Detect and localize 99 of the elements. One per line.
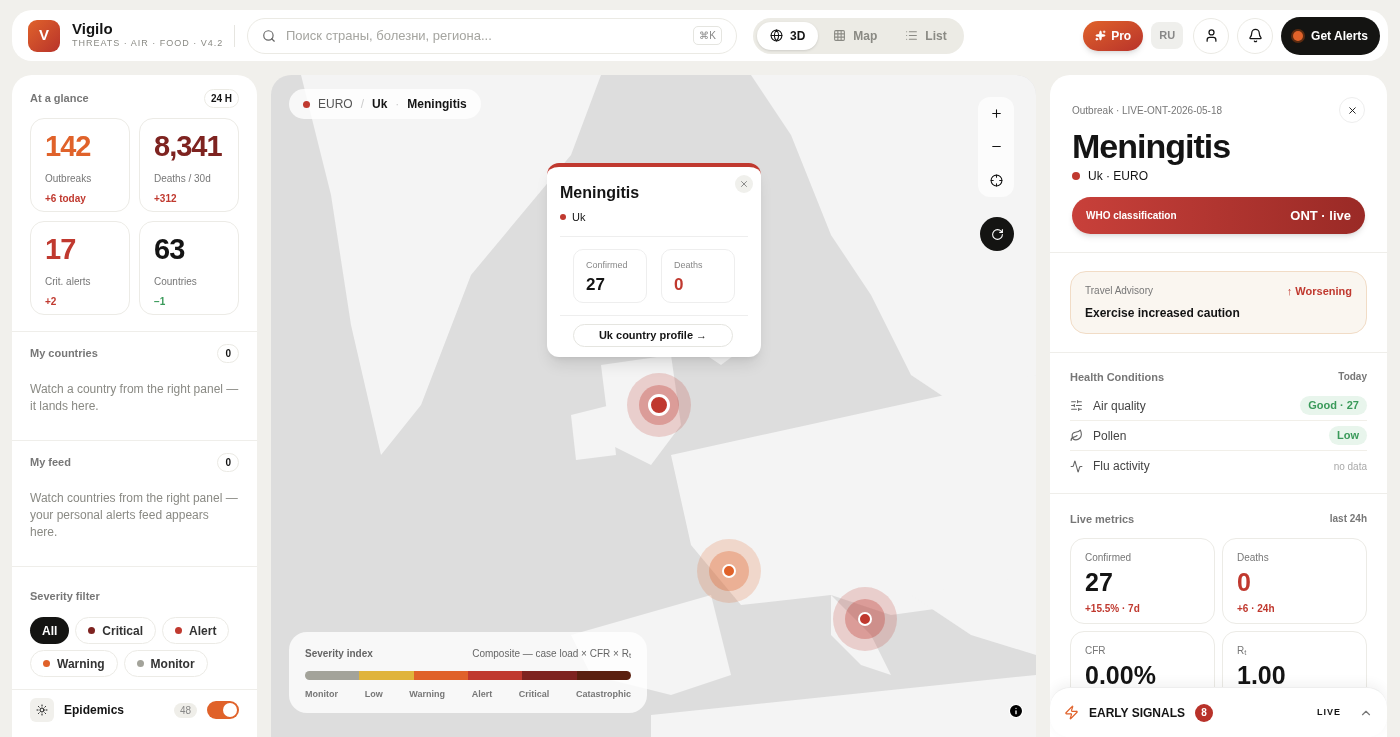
section-title: Severity filter xyxy=(30,590,100,602)
section-period: Today xyxy=(1338,369,1367,384)
section-title: My countries xyxy=(30,346,98,362)
popup-country: Uk xyxy=(572,210,586,225)
section-title: At a glance xyxy=(30,91,89,107)
stat-label: Confirmed xyxy=(586,258,629,272)
signals-label: EARLY SIGNALS xyxy=(1089,704,1186,722)
stat-label: Deaths / 30d xyxy=(154,172,212,186)
live-status: LIVE xyxy=(1317,705,1341,719)
outbreak-id: Outbreak · LIVE-ONT-2026-05-18 xyxy=(1072,103,1223,118)
close-button[interactable] xyxy=(735,175,753,193)
stat-delta: +6 today xyxy=(45,192,87,206)
layer-toggle[interactable] xyxy=(207,701,239,719)
who-label: WHO classification xyxy=(1086,209,1177,223)
stat-label: Deaths xyxy=(674,258,704,272)
search-icon xyxy=(262,28,276,43)
sparkle-icon xyxy=(1095,30,1107,41)
globe-icon xyxy=(770,29,783,42)
signals-count: 8 xyxy=(1195,703,1214,722)
layer-icon xyxy=(30,698,54,722)
refresh-icon xyxy=(990,227,1004,241)
stat-value: 17 xyxy=(45,234,77,264)
condition-value: no data xyxy=(1333,459,1367,474)
condition-label: Air quality xyxy=(1093,397,1147,415)
metric-label: Deaths xyxy=(1237,550,1270,565)
advisory-label: Travel Advisory xyxy=(1085,284,1153,298)
condition-label: Flu activity xyxy=(1093,458,1151,475)
metric-value: 27 xyxy=(1085,566,1114,597)
outbreak-location: Uk · EURO xyxy=(1088,168,1148,185)
zoom-in-icon[interactable] xyxy=(989,107,1003,121)
section-title: Live metrics xyxy=(1070,512,1135,527)
legend-label: Alert xyxy=(471,687,493,701)
breadcrumb-item[interactable]: EURO xyxy=(318,95,353,113)
who-value: ONT · live xyxy=(1290,206,1351,225)
severity-chip[interactable]: All xyxy=(30,617,70,644)
popup-title: Meningitis xyxy=(560,183,640,203)
metric-label: R$_{t}$ xyxy=(1237,643,1248,658)
metric-value: 1.00 xyxy=(1237,659,1287,690)
stat-value: 63 xyxy=(154,234,186,264)
section-period: last 24h xyxy=(1329,512,1367,526)
metric-label: CFR xyxy=(1085,643,1107,658)
user-icon xyxy=(1203,28,1219,43)
outbreak-title: Meningitis xyxy=(1072,127,1232,165)
legend-label: Critical xyxy=(518,687,550,701)
condition-value: Low xyxy=(1329,426,1367,445)
stat-label: Countries xyxy=(154,275,198,289)
breadcrumb-separator: · xyxy=(395,96,400,113)
breadcrumb-item[interactable]: Uk xyxy=(372,95,388,113)
stat-delta: +312 xyxy=(154,192,178,206)
legend-title: Severity index xyxy=(305,646,373,661)
legend-label: Low xyxy=(364,687,383,701)
count-badge: 48 xyxy=(173,702,197,718)
legend-formula: Composite — case load × CFR × R$_{t}$ xyxy=(472,646,631,661)
legend-label: Warning xyxy=(409,687,445,701)
list-icon xyxy=(905,29,919,42)
stat-label: Crit. alerts xyxy=(45,275,92,289)
grid-icon xyxy=(833,29,847,42)
section-title: Health Conditions xyxy=(1070,369,1165,385)
stat-delta: +2 xyxy=(45,295,58,309)
legend-label: Monitor xyxy=(305,687,338,701)
locate-icon[interactable] xyxy=(989,173,1003,187)
pulse-icon xyxy=(1070,459,1083,473)
empty-state-text: Watch countries from the right panel — your personal alerts feed appears here. xyxy=(30,490,239,541)
shortcut-hint: ⌘K xyxy=(693,26,722,45)
stat-value: 27 xyxy=(586,274,606,296)
stat-value: 0 xyxy=(674,274,685,296)
metric-delta: +15.5% · 7d xyxy=(1085,601,1141,616)
pro-button[interactable]: Pro xyxy=(1083,20,1144,51)
condition-label: Pollen xyxy=(1093,427,1128,445)
leaf-icon xyxy=(1070,429,1083,442)
condition-value: Good · 27 xyxy=(1300,396,1367,415)
lightning-icon xyxy=(1064,705,1079,720)
close-icon xyxy=(1346,104,1358,116)
bell-icon xyxy=(1247,28,1263,43)
empty-state-text: Watch a country from the right panel — it lands here. xyxy=(30,381,239,415)
get-alerts-button[interactable]: Get Alerts xyxy=(1281,16,1380,55)
layer-label: Epidemics xyxy=(64,702,126,719)
metric-value: 0 xyxy=(1237,566,1252,597)
sliders-icon xyxy=(1070,399,1083,412)
view-tab[interactable]: 3D xyxy=(757,21,819,50)
app-name: Vigilo xyxy=(72,20,114,38)
app-logo: V xyxy=(28,19,60,52)
breadcrumb-item[interactable]: Meningitis xyxy=(407,95,467,113)
search-field[interactable]: Поиск страны, болезни, региона... xyxy=(286,25,684,46)
section-title: My feed xyxy=(30,455,71,471)
breadcrumb-separator: / xyxy=(360,96,364,113)
advisory-trend: ↑ Worsening xyxy=(1286,284,1352,299)
stat-value: 8,341 xyxy=(154,131,223,161)
stat-label: Outbreaks xyxy=(45,172,93,186)
close-icon xyxy=(739,179,749,189)
early-signals-bar[interactable]: EARLY SIGNALS 8 LIVE xyxy=(1050,687,1387,737)
app-tagline: THREATS · AIR · FOOD · V4.2 xyxy=(72,37,222,51)
advisory-text: Exercise increased caution xyxy=(1085,304,1241,322)
stat-value: 142 xyxy=(45,131,92,161)
metric-value: 0.00% xyxy=(1085,659,1157,690)
metric-label: Confirmed xyxy=(1085,550,1133,565)
metric-delta: +6 · 24h xyxy=(1237,601,1276,616)
stat-delta: −1 xyxy=(154,295,167,309)
legend-label: Catastrophic xyxy=(576,687,631,701)
